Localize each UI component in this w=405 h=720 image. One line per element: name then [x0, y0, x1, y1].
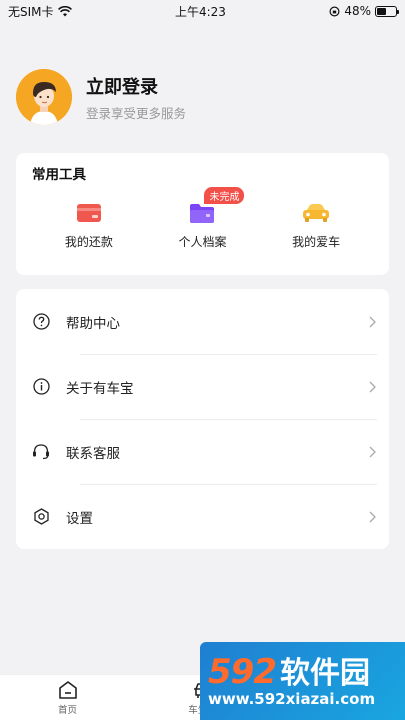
headset-icon — [32, 443, 50, 461]
menu-card: 帮助中心 关于有车宝 联系客服 设置 — [16, 289, 389, 549]
card-icon — [75, 201, 103, 225]
tools-title: 常用工具 — [32, 167, 86, 183]
tab-label: 首页 — [57, 704, 77, 716]
menu-item-about[interactable]: 关于有车宝 — [32, 354, 377, 419]
carrier-text: 无SIM卡 — [8, 4, 54, 19]
tab-home[interactable]: 首页 — [0, 675, 135, 720]
watermark-logo: 592 软件园 — [200, 642, 405, 692]
tools-row: 我的还款 未完成 个人档案 我的爱车 — [32, 187, 373, 250]
profile-text: 立即登录 登录享受更多服务 — [86, 73, 186, 122]
folder-icon — [188, 201, 216, 225]
chevron-right-icon — [369, 316, 376, 327]
tool-label: 个人档案 — [178, 235, 227, 249]
status-bar: 无SIM卡 上午4:23 48% — [0, 0, 405, 22]
tools-card: 常用工具 我的还款 未完成 个人档案 我的爱车 — [16, 153, 389, 275]
login-title[interactable]: 立即登录 — [86, 73, 186, 99]
wifi-icon — [57, 5, 72, 16]
incomplete-badge: 未完成 — [204, 187, 245, 204]
chevron-right-icon — [369, 446, 376, 457]
tool-repayment[interactable]: 我的还款 — [39, 201, 139, 250]
status-time: 上午4:23 — [174, 4, 226, 19]
menu-label: 设置 — [66, 510, 93, 527]
rotation-lock-icon — [329, 5, 340, 17]
settings-icon — [32, 508, 50, 526]
menu-item-customer-service[interactable]: 联系客服 — [32, 419, 377, 484]
battery-percent: 48% — [344, 4, 371, 18]
menu-label: 联系客服 — [66, 445, 120, 462]
menu-label: 帮助中心 — [66, 315, 120, 332]
car-icon — [302, 201, 330, 225]
battery-fill — [376, 7, 386, 15]
tool-profile-archive[interactable]: 未完成 个人档案 — [152, 187, 252, 250]
site-watermark: 592 软件园 www.592xiazai.com — [200, 642, 405, 720]
info-icon — [32, 378, 50, 396]
help-icon — [32, 313, 50, 331]
menu-label: 关于有车宝 — [66, 380, 134, 397]
tool-label: 我的还款 — [64, 235, 113, 249]
user-avatar-illustration — [16, 69, 72, 125]
menu-item-help-center[interactable]: 帮助中心 — [32, 289, 377, 354]
profile-header[interactable]: 立即登录 登录享受更多服务 — [0, 22, 405, 132]
menu-item-settings[interactable]: 设置 — [32, 484, 377, 549]
status-left: 无SIM卡 — [8, 3, 72, 20]
avatar[interactable] — [16, 69, 72, 125]
battery-icon — [374, 5, 399, 17]
chevron-right-icon — [369, 511, 376, 522]
home-icon — [58, 680, 77, 699]
watermark-url: www.592xiazai.com — [208, 690, 376, 708]
tool-label: 我的爱车 — [292, 235, 341, 249]
login-subtitle: 登录享受更多服务 — [86, 105, 187, 121]
watermark-number: 592 — [208, 652, 277, 692]
chevron-right-icon — [369, 381, 376, 392]
status-right: 48% — [329, 4, 399, 18]
watermark-text: 软件园 — [279, 656, 370, 691]
tool-my-car[interactable]: 我的爱车 — [266, 201, 366, 250]
